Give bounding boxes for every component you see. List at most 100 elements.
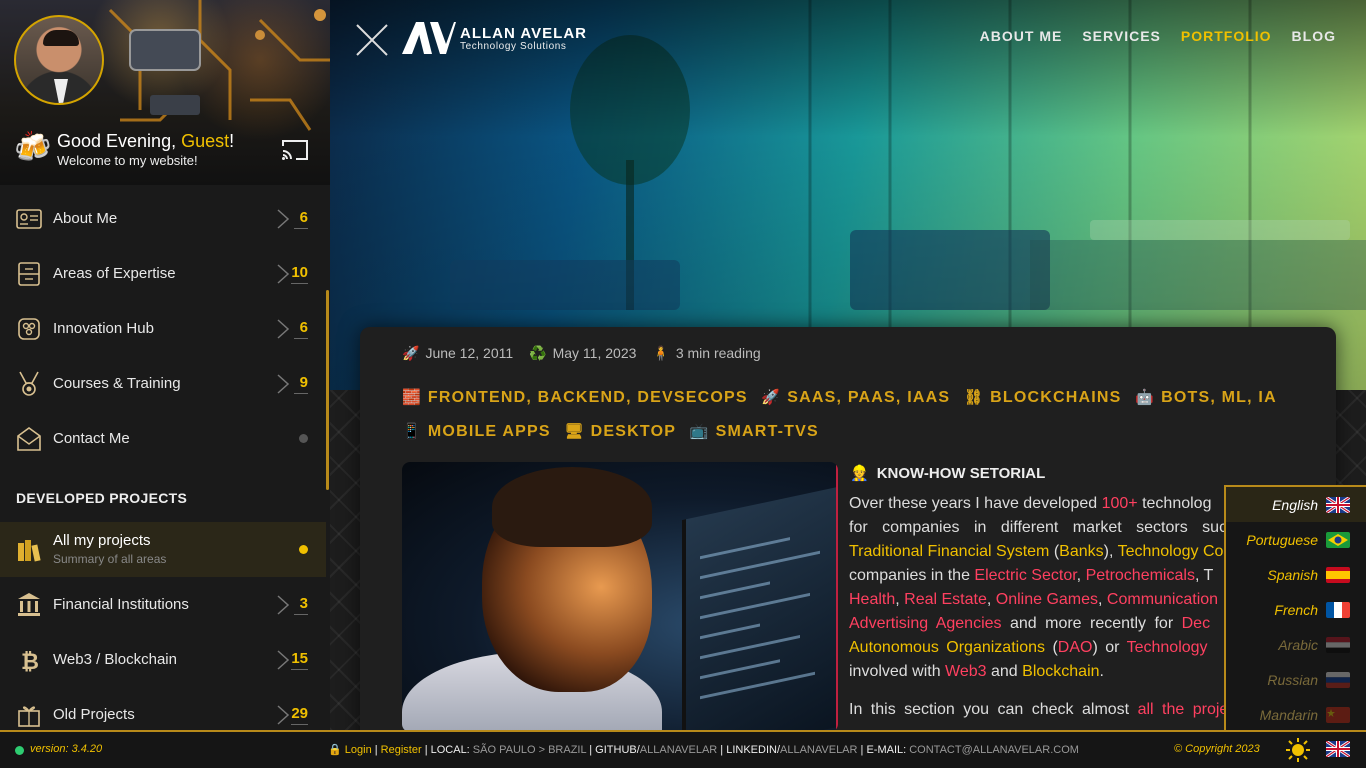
lock-icon: 🔒 xyxy=(328,744,342,756)
footer: version: 3.4.20 🔒 Login | Register | LOC… xyxy=(0,730,1366,768)
section-heading: 👷 KNOW-HOW SETORIAL xyxy=(850,465,1046,482)
sidebar-item-old-projects[interactable]: Old Projects 29 xyxy=(0,687,326,730)
chevron-right-icon xyxy=(277,373,290,394)
item-count: 10 xyxy=(291,264,308,284)
language-option-english[interactable]: English xyxy=(1226,487,1366,522)
nav-blog[interactable]: BLOG xyxy=(1292,28,1336,44)
russia-flag-icon xyxy=(1326,671,1350,688)
desktop-icon: 🖥 xyxy=(564,423,585,440)
online-status-dot xyxy=(15,746,24,755)
sidebar-item-all-projects[interactable]: All my projects Summary of all areas xyxy=(0,522,326,577)
uk-flag-icon[interactable] xyxy=(1326,741,1350,757)
tag-item: 🚀 SAAS, PAAS, IAAS xyxy=(761,389,951,406)
worker-icon: 👷 xyxy=(850,465,869,482)
bitcoin-icon: ₿ xyxy=(21,650,39,673)
tv-icon: 📺 xyxy=(689,423,710,440)
recycle-icon: ♻️ xyxy=(529,345,547,361)
article-meta: 🚀 June 12, 2011 ♻️ May 11, 2023 🧍 3 min rea… xyxy=(402,345,761,362)
bricks-icon: 🧱 xyxy=(402,389,422,406)
sidebar-item-financial-institutions[interactable]: Financial Institutions 3 xyxy=(0,577,326,632)
tag-item: 🤖 BOTS, ML, IA xyxy=(1135,389,1277,406)
sidebar-item-sublabel: Summary of all areas xyxy=(53,552,167,566)
cast-icon[interactable] xyxy=(280,138,310,162)
sidebar-item-label: Financial Institutions xyxy=(53,596,189,613)
chevron-right-icon xyxy=(277,208,290,229)
tag-item: ⛓ BLOCKCHAINS xyxy=(963,389,1122,406)
monitor-illustration xyxy=(682,483,838,732)
article-card: 🚀 June 12, 2011 ♻️ May 11, 2023 🧍 3 min rea… xyxy=(360,327,1336,747)
sidebar-item-contact-me[interactable]: Contact Me xyxy=(0,411,326,466)
sidebar-item-areas-of-expertise[interactable]: Areas of Expertise 10 xyxy=(0,246,326,301)
id-card-icon xyxy=(16,208,42,229)
sidebar-scrollbar[interactable] xyxy=(326,290,329,490)
reader-icon: 🧍 xyxy=(652,345,670,361)
brazil-flag-icon xyxy=(1326,531,1350,548)
copyright: © Copyright 2023 xyxy=(1174,743,1260,755)
chevron-right-icon xyxy=(277,649,290,670)
language-option-spanish[interactable]: Spanish xyxy=(1226,557,1366,592)
welcome-text: Welcome to my website! xyxy=(57,153,198,168)
logo-icon[interactable] xyxy=(402,20,456,56)
language-option-russian: Russian xyxy=(1226,662,1366,697)
avatar[interactable] xyxy=(14,15,104,105)
sidebar-menu: About Me 6 Areas of Expertise 10 Innovat… xyxy=(0,191,326,730)
item-count: 6 xyxy=(294,209,308,229)
language-option-portuguese[interactable]: Portuguese xyxy=(1226,522,1366,557)
tag-item: 📱 MOBILE APPS xyxy=(402,423,551,440)
sidebar-item-about-me[interactable]: About Me 6 xyxy=(0,191,326,246)
robot-icon: 🤖 xyxy=(1135,389,1156,406)
github-link[interactable]: ALLANAVELAR xyxy=(640,744,717,756)
language-selector: English Portuguese Spanish French Arabic… xyxy=(1224,485,1366,730)
item-count: 3 xyxy=(294,595,308,615)
login-link[interactable]: Login xyxy=(345,744,372,756)
mobile-icon: 📱 xyxy=(402,423,422,440)
sidebar-item-label: Web3 / Blockchain xyxy=(53,651,177,668)
linkedin-link[interactable]: ALLANAVELAR xyxy=(780,744,857,756)
register-link[interactable]: Register xyxy=(381,744,422,756)
uk-flag-icon xyxy=(1326,496,1350,513)
item-count: 15 xyxy=(291,650,308,670)
nav-portfolio[interactable]: PORTFOLIO xyxy=(1181,28,1272,44)
books-icon xyxy=(18,539,41,561)
logo-name[interactable]: ALLAN AVELAR xyxy=(460,25,587,42)
close-icon[interactable] xyxy=(354,22,390,58)
projects-link[interactable]: all the proje xyxy=(1138,701,1229,718)
sidebar-item-web3-blockchain[interactable]: ₿ Web3 / Blockchain 15 xyxy=(0,632,326,687)
tag-list: 🧱 FRONTEND, BACKEND, DEVSECOPS 🚀 SAAS, PAA… xyxy=(402,381,1302,449)
egypt-flag-icon xyxy=(1326,636,1350,653)
bank-icon xyxy=(18,592,40,616)
top-navigation: ABOUT ME SERVICES PORTFOLIO BLOG xyxy=(980,28,1336,44)
nav-about-me[interactable]: ABOUT ME xyxy=(980,28,1063,44)
envelope-icon xyxy=(17,426,41,451)
chevron-right-icon xyxy=(277,318,290,339)
version-label: version: 3.4.20 xyxy=(30,743,103,755)
language-option-mandarin: Mandarin xyxy=(1226,697,1366,732)
item-count: 9 xyxy=(294,374,308,394)
language-option-french[interactable]: French xyxy=(1226,592,1366,627)
tag-item: 🧱 FRONTEND, BACKEND, DEVSECOPS xyxy=(402,389,748,406)
chevron-right-icon xyxy=(277,263,290,284)
tray-icon xyxy=(18,261,40,286)
email-link[interactable]: CONTACT@ALLANAVELAR.COM xyxy=(909,744,1079,756)
sun-icon[interactable] xyxy=(1286,738,1310,762)
status-dot xyxy=(299,545,308,554)
nav-services[interactable]: SERVICES xyxy=(1082,28,1161,44)
hub-icon xyxy=(18,317,40,340)
medal-icon xyxy=(19,371,39,396)
status-dot xyxy=(299,434,308,443)
page-root: ALLAN AVELAR Technology Solutions ABOUT … xyxy=(0,0,1366,768)
sidebar-item-label: Old Projects xyxy=(53,706,135,723)
greeting: Good Evening, Guest! xyxy=(57,131,235,151)
article-paragraph-2: In this section you can check almost all… xyxy=(849,701,1229,718)
sidebar-item-label: Areas of Expertise xyxy=(53,265,176,282)
location-text: SÃO PAULO > BRAZIL xyxy=(472,744,587,756)
sidebar-item-label: About Me xyxy=(53,210,118,227)
sidebar-item-courses-training[interactable]: Courses & Training 9 xyxy=(0,356,326,411)
language-option-arabic: Arabic xyxy=(1226,627,1366,662)
item-count: 29 xyxy=(291,705,308,725)
chevron-right-icon xyxy=(277,704,290,725)
sidebar-item-innovation-hub[interactable]: Innovation Hub 6 xyxy=(0,301,326,356)
sidebar-item-label: All my projects xyxy=(53,532,151,549)
logo-tagline: Technology Solutions xyxy=(460,41,567,52)
france-flag-icon xyxy=(1326,601,1350,618)
